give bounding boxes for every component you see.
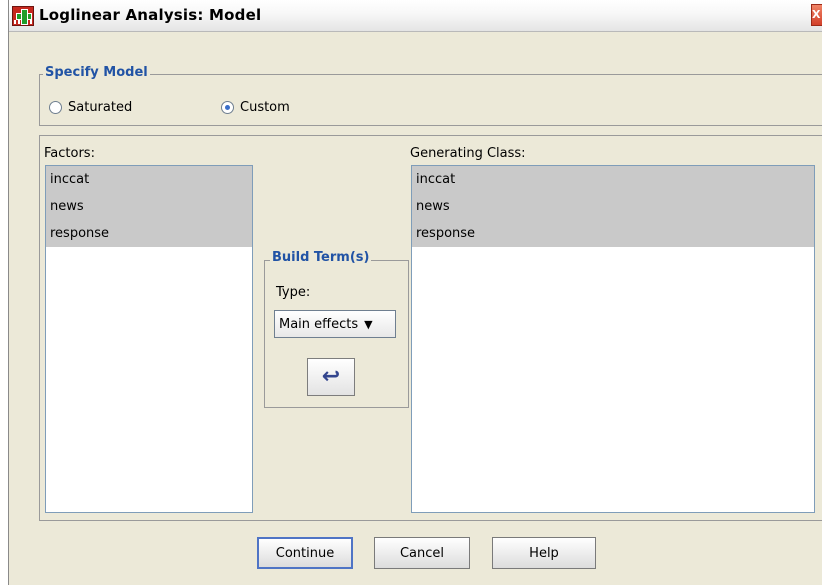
close-button[interactable]: X — [811, 4, 822, 26]
factors-list[interactable]: inccat news response — [45, 165, 253, 513]
loglinear-model-dialog: Loglinear Analysis: Model X Specify Mode… — [8, 0, 822, 585]
type-label: Type: — [276, 285, 311, 300]
radio-custom-label: Custom — [240, 100, 290, 115]
move-term-button[interactable]: ↩ — [307, 358, 355, 396]
arrow-left-icon: ↩ — [321, 364, 341, 389]
list-item[interactable]: response — [412, 220, 814, 247]
close-icon: X — [812, 8, 821, 21]
list-item[interactable]: news — [46, 193, 252, 220]
list-item[interactable]: response — [46, 220, 252, 247]
radio-custom[interactable]: Custom — [221, 100, 290, 115]
term-type-value: Main effects — [279, 316, 359, 332]
radio-custom-indicator[interactable] — [221, 101, 234, 114]
radio-saturated-indicator[interactable] — [49, 101, 62, 114]
window-title: Loglinear Analysis: Model — [39, 6, 262, 24]
list-item[interactable]: inccat — [46, 166, 252, 193]
radio-saturated[interactable]: Saturated — [49, 100, 132, 115]
radio-saturated-label: Saturated — [68, 100, 133, 115]
continue-button[interactable]: Continue — [257, 537, 353, 569]
list-item[interactable]: inccat — [412, 166, 814, 193]
app-icon — [12, 6, 34, 26]
title-bar[interactable]: Loglinear Analysis: Model X — [9, 0, 822, 32]
list-item[interactable]: news — [412, 193, 814, 220]
generating-class-label: Generating Class: — [410, 146, 526, 161]
chevron-down-icon: ▼ — [364, 317, 373, 331]
generating-class-list[interactable]: inccat news response — [411, 165, 815, 513]
cancel-button[interactable]: Cancel — [374, 537, 470, 569]
term-type-dropdown[interactable]: Main effects ▼ — [274, 310, 396, 338]
factors-label: Factors: — [44, 146, 95, 161]
specify-model-group — [39, 74, 822, 126]
specify-model-legend: Specify Model — [43, 65, 150, 80]
help-button[interactable]: Help — [492, 537, 596, 569]
build-terms-legend: Build Term(s) — [270, 250, 372, 265]
